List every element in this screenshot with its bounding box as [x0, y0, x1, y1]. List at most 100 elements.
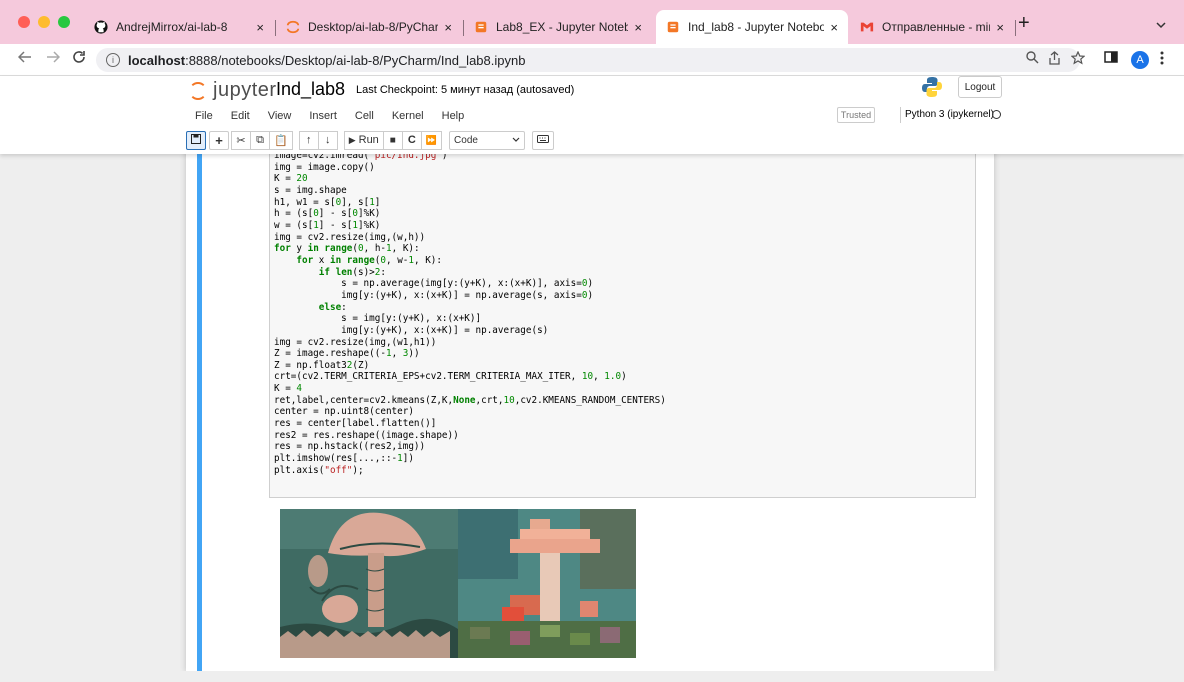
keyboard-icon	[537, 134, 550, 146]
browser-toolbar: i localhost:8888/notebooks/Desktop/ai-la…	[0, 44, 1184, 76]
arrow-down-icon: ↓	[324, 134, 331, 146]
restart-run-all-button[interactable]: ⏩	[420, 130, 443, 150]
menu-edit[interactable]: Edit	[222, 106, 259, 126]
menu-cell[interactable]: Cell	[346, 106, 383, 126]
menu-insert[interactable]: Insert	[300, 106, 346, 126]
notebook-icon	[474, 20, 488, 34]
new-tab-button[interactable]: +	[1018, 13, 1030, 33]
plus-icon: +	[215, 132, 223, 148]
code-line: ret,label,center=cv2.kmeans(Z,K,None,crt…	[274, 394, 666, 406]
move-up-button[interactable]: ↑	[298, 130, 319, 150]
restart-icon: C	[407, 134, 416, 146]
profile-avatar[interactable]: A	[1131, 51, 1149, 69]
code-line: s = img[y:(y+K), x:(x+K)]	[274, 313, 482, 325]
side-panel-icon[interactable]	[1104, 51, 1118, 66]
play-icon: ▶	[348, 134, 356, 145]
code-line: for y in range(0, h-1, K):	[274, 243, 420, 255]
tab-close-icon[interactable]: ×	[634, 20, 642, 35]
browser-menu-icon[interactable]	[1160, 51, 1164, 68]
menu-kernel[interactable]: Kernel	[383, 106, 433, 126]
tab-title: Desktop/ai-lab-8/PyCharm/	[308, 20, 439, 34]
scissors-icon: ✂	[236, 134, 246, 147]
copy-button[interactable]: ⧉	[250, 130, 270, 150]
code-line: img = cv2.resize(img,(w,h))	[274, 231, 426, 243]
reload-icon[interactable]	[72, 50, 86, 68]
site-info-icon[interactable]: i	[106, 53, 120, 67]
move-down-button[interactable]: ↓	[317, 130, 338, 150]
share-icon[interactable]	[1048, 51, 1061, 68]
cut-button[interactable]: ✂	[231, 130, 251, 150]
menu-file[interactable]: File	[186, 106, 222, 126]
url-text: localhost:8888/notebooks/Desktop/ai-lab-…	[128, 53, 525, 68]
notebook-toolbar: + ✂ ⧉ 📋 ↑ ↓ ▶ Run ■ C ⏩ Code	[186, 130, 555, 150]
browser-tab[interactable]: Lab8_EX - Jupyter Notebook ×	[464, 10, 652, 44]
tab-close-icon[interactable]: ×	[830, 20, 838, 35]
run-buttons: ▶ Run ■ C ⏩	[343, 130, 443, 150]
logout-button[interactable]: Logout	[958, 76, 1002, 98]
code-line: Z = np.float32(Z)	[274, 359, 370, 371]
code-line: img = image.copy()	[274, 161, 375, 173]
browser-tab[interactable]: Отправленные - mirrox.sotnik ×	[850, 10, 1014, 44]
gmail-icon	[860, 20, 874, 34]
code-line: res = np.hstack((res2,img))	[274, 441, 426, 453]
code-line: else:	[318, 301, 347, 313]
browser-tab[interactable]: Desktop/ai-lab-8/PyCharm/ ×	[276, 10, 462, 44]
code-line: s = np.average(img[y:(y+K), x:(x+K)], ax…	[274, 278, 594, 290]
address-bar[interactable]: i localhost:8888/notebooks/Desktop/ai-la…	[96, 48, 1080, 72]
back-arrow-icon[interactable]	[17, 50, 32, 68]
tab-title: Lab8_EX - Jupyter Notebook	[496, 20, 629, 34]
tab-close-icon[interactable]: ×	[996, 20, 1004, 35]
command-palette-button[interactable]	[532, 130, 555, 150]
code-line: center = np.uint8(center)	[274, 406, 414, 418]
notebook-page: image=cv2.imread('pic/Ind.jpg') img = ima…	[186, 154, 994, 672]
notebook-container[interactable]: image=cv2.imread('pic/Ind.jpg') img = ima…	[0, 154, 1184, 682]
edit-buttons: ✂ ⧉ 📋	[231, 130, 293, 150]
url-path: :8888/notebooks/Desktop/ai-lab-8/PyCharm…	[185, 52, 526, 68]
interrupt-button[interactable]: ■	[382, 130, 403, 150]
browser-tab-active[interactable]: Ind_lab8 - Jupyter Notebook ×	[656, 10, 848, 44]
browser-tab[interactable]: AndrejMirrox/ai-lab-8 ×	[84, 10, 274, 44]
kernel-name[interactable]: Python 3 (ipykernel)	[900, 107, 994, 123]
jupyter-icon	[286, 20, 300, 34]
minimize-window-button[interactable]	[38, 16, 50, 28]
code-cell-input[interactable]: image=cv2.imread('pic/Ind.jpg') img = ima…	[269, 154, 976, 498]
cell-type-value: Code	[454, 134, 478, 146]
bookmark-star-icon[interactable]	[1070, 50, 1086, 68]
trusted-indicator[interactable]: Trusted	[837, 107, 875, 123]
close-window-button[interactable]	[18, 16, 30, 28]
code-line: K = 20	[274, 173, 308, 185]
tab-search-chevron-icon[interactable]	[1156, 18, 1166, 32]
tab-close-icon[interactable]: ×	[256, 20, 264, 35]
jupyter-icon	[189, 81, 207, 100]
code-line: Z = image.reshape((-1, 3))	[274, 348, 420, 360]
insert-cell-button[interactable]: +	[209, 130, 229, 150]
cell-type-select[interactable]: Code	[449, 130, 526, 150]
zoom-search-icon[interactable]	[1026, 51, 1039, 67]
tab-title: Отправленные - mirrox.sotnik	[882, 20, 991, 34]
run-label: Run	[358, 134, 379, 146]
run-button[interactable]: ▶ Run	[343, 130, 384, 150]
code-line: K = 4	[274, 383, 302, 395]
code-line: s = img.shape	[274, 184, 347, 196]
menu-help[interactable]: Help	[433, 106, 474, 126]
code-line: res2 = res.reshape((image.shape))	[274, 429, 459, 441]
code-line: for x in range(0, w-1, K):	[296, 254, 443, 266]
restart-button[interactable]: C	[401, 130, 422, 150]
paste-button[interactable]: 📋	[269, 130, 293, 150]
cell-output-image	[280, 509, 636, 658]
save-button[interactable]	[186, 130, 206, 150]
jupyter-logo[interactable]: jupyter	[189, 79, 277, 102]
window-controls	[18, 16, 70, 28]
code-line: if len(s)>2:	[318, 266, 386, 278]
zoom-window-button[interactable]	[58, 16, 70, 28]
selected-cell-indicator	[197, 154, 202, 672]
tab-close-icon[interactable]: ×	[444, 20, 452, 35]
menu-view[interactable]: View	[259, 106, 301, 126]
code-line: plt.imshow(res[...,::-1])	[274, 453, 414, 465]
notebook-name[interactable]: Ind_lab8	[276, 79, 345, 100]
copy-icon: ⧉	[256, 133, 264, 146]
checkpoint-status: Last Checkpoint: 5 минут назад (autosave…	[356, 84, 575, 96]
save-icon	[191, 133, 201, 147]
forward-arrow-icon[interactable]	[46, 50, 61, 68]
code-line: img[y:(y+K), x:(x+K)] = np.average(s)	[274, 324, 549, 336]
